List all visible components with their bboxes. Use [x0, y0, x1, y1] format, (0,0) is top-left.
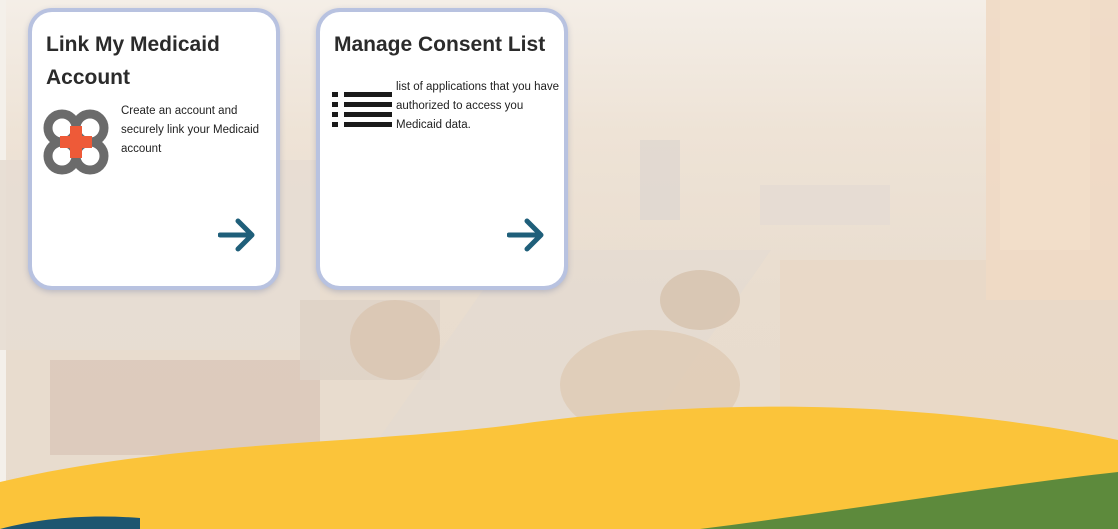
link-medicaid-card[interactable]: Link My Medicaid Account Create an accou… [28, 8, 280, 290]
arrow-right-icon[interactable] [218, 218, 258, 252]
card-title: Manage Consent List [334, 33, 546, 56]
building [760, 185, 890, 225]
list-icon [332, 92, 392, 127]
card-description: Create an account and securely link your… [121, 105, 260, 155]
capitol-tower-top [1000, 0, 1090, 250]
tree [660, 270, 740, 330]
medicaid-link-icon [43, 109, 109, 175]
building [640, 140, 680, 220]
tree [350, 300, 440, 380]
card-title: Link My Medicaid Account [46, 33, 220, 89]
manage-consent-card[interactable]: Manage Consent List list of applications… [316, 8, 568, 290]
card-description: list of applications that you have autho… [396, 81, 560, 131]
arrow-right-icon[interactable] [507, 218, 547, 252]
decorative-waves [0, 406, 1118, 529]
